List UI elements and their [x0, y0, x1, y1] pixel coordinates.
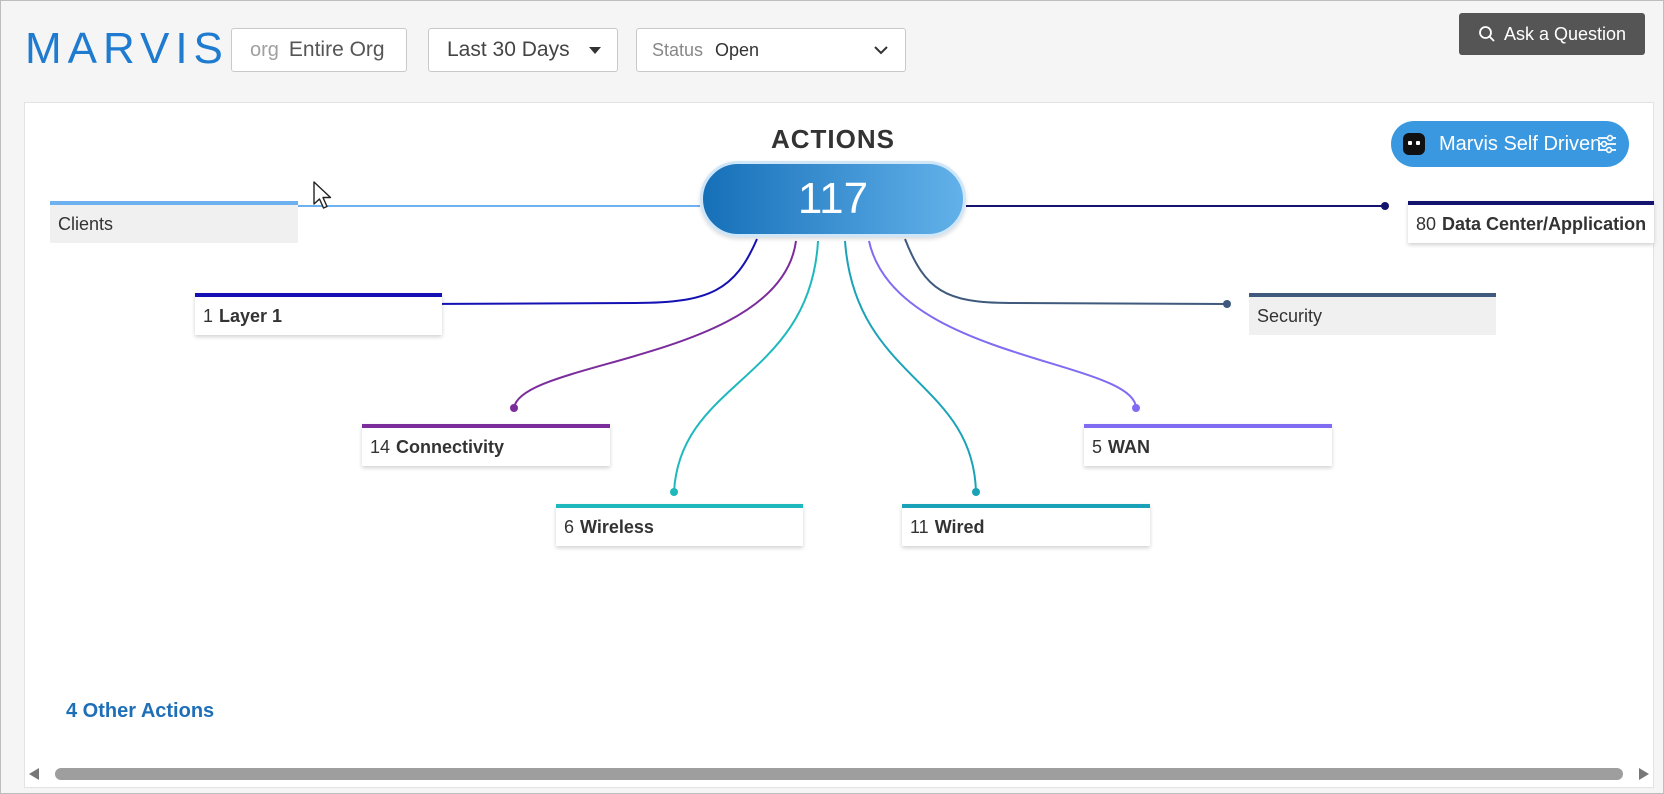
connector-datacenter-dot	[1381, 202, 1389, 210]
category-card-layer1[interactable]: 1 Layer 1	[195, 293, 442, 335]
category-count: 1	[203, 305, 214, 326]
category-card-wireless[interactable]: 6 Wireless	[556, 504, 803, 546]
category-name: Data Center/Application	[1442, 213, 1647, 234]
category-card-wired[interactable]: 11 Wired	[902, 504, 1150, 546]
category-count: 80	[1416, 213, 1437, 234]
connector-layer1	[419, 238, 758, 305]
category-count: 5	[1092, 436, 1103, 457]
connector-security	[904, 238, 1228, 305]
category-name: Connectivity	[396, 436, 505, 457]
self-driven-label: Marvis Self Driven	[1439, 132, 1602, 155]
category-card-security[interactable]: Security	[1249, 293, 1496, 335]
category-count: 11	[910, 516, 929, 537]
category-name: Layer 1	[219, 305, 283, 326]
other-actions-link[interactable]: 4 Other Actions	[66, 700, 214, 723]
connector-connectivity-dot	[510, 404, 518, 412]
category-name: Wireless	[580, 516, 654, 537]
category-card-datacenter[interactable]: 80 Data Center/Application	[1408, 201, 1654, 243]
category-connectors	[298, 202, 1389, 496]
category-name: Wired	[934, 516, 985, 537]
category-card-connectivity[interactable]: 14 Connectivity	[362, 424, 610, 466]
connector-connectivity	[513, 240, 797, 409]
actions-title: ACTIONS	[771, 124, 895, 154]
connector-wired	[844, 240, 977, 493]
connector-wired-dot	[972, 488, 980, 496]
scroll-right-arrow-icon[interactable]	[1639, 768, 1649, 780]
connector-wireless-dot	[670, 488, 678, 496]
horizontal-scrollbar[interactable]	[24, 766, 1654, 782]
connector-security-dot	[1223, 300, 1231, 308]
robot-icon	[1403, 133, 1425, 155]
category-name: Security	[1257, 305, 1323, 326]
scroll-left-arrow-icon[interactable]	[29, 768, 39, 780]
sliders-icon	[1598, 134, 1616, 154]
connector-wan-dot	[1132, 404, 1140, 412]
category-name: Clients	[58, 213, 114, 234]
category-card-clients[interactable]: Clients	[50, 201, 298, 243]
category-name: WAN	[1108, 436, 1151, 457]
connector-wan	[868, 240, 1137, 409]
category-count: 6	[564, 516, 575, 537]
scrollbar-thumb[interactable]	[55, 768, 1623, 780]
actions-total-pill[interactable]: 117	[700, 161, 966, 237]
category-count: 14	[370, 436, 391, 457]
connector-wireless	[673, 240, 819, 493]
marvis-self-driven-button[interactable]: Marvis Self Driven	[1391, 121, 1629, 167]
category-card-wan[interactable]: 5 WAN	[1084, 424, 1332, 466]
mouse-cursor-icon	[313, 181, 332, 209]
